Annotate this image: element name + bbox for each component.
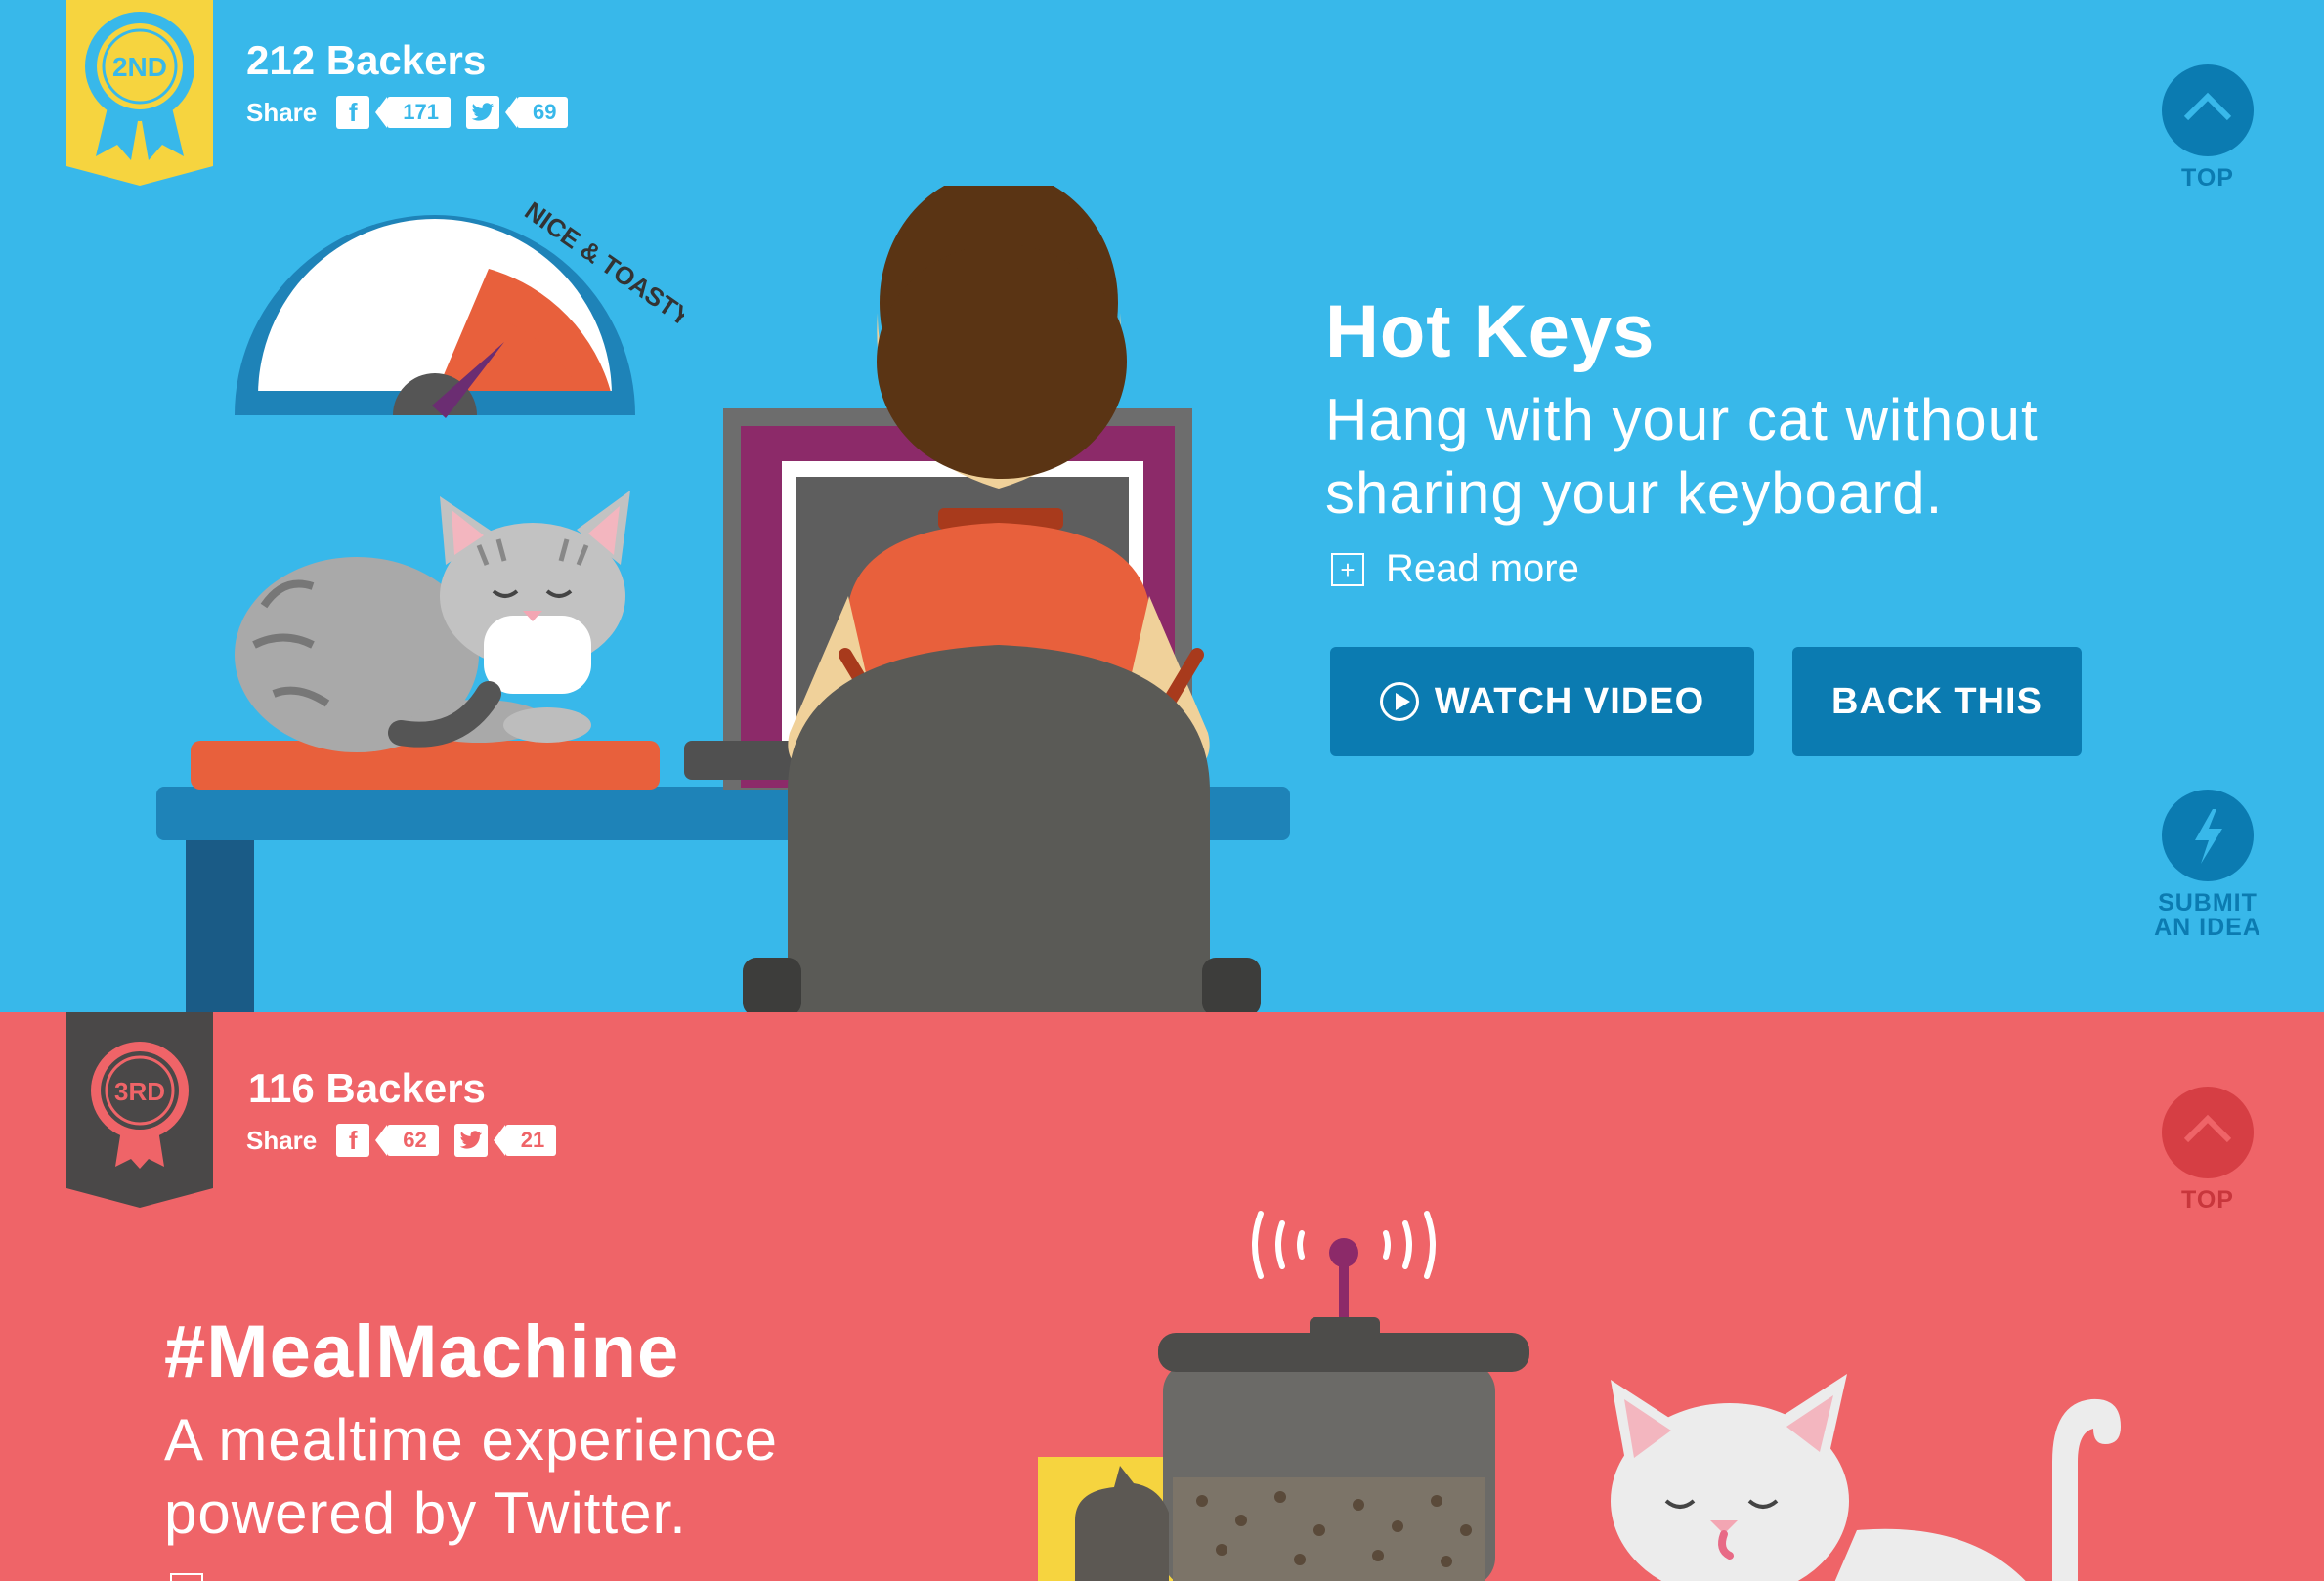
entry-subtitle-line2: powered by Twitter. bbox=[164, 1480, 687, 1546]
watch-video-label: WATCH VIDEO bbox=[1434, 680, 1705, 722]
watch-video-button[interactable]: WATCH VIDEO bbox=[1330, 647, 1754, 756]
submit-idea-button[interactable] bbox=[2162, 790, 2254, 881]
desk-scene-illustration bbox=[156, 186, 1290, 1012]
entry-subtitle-line2: sharing your keyboard. bbox=[1325, 460, 1944, 526]
top-label[interactable]: TOP bbox=[2162, 164, 2254, 192]
backers-count: 116 Backers bbox=[248, 1065, 486, 1111]
twitter-share-count: 21 bbox=[493, 1125, 557, 1156]
share-row: Share f 62 21 bbox=[246, 1124, 562, 1157]
submit-label-line2: AN IDEA bbox=[2154, 914, 2261, 941]
entry-subtitle-line1: Hang with your cat without bbox=[1325, 387, 2039, 452]
share-row: Share f 171 69 bbox=[246, 96, 574, 129]
facebook-share-count: 62 bbox=[375, 1125, 439, 1156]
top-label[interactable]: TOP bbox=[2162, 1186, 2254, 1215]
twitter-share-count: 69 bbox=[504, 97, 569, 128]
chevron-up-icon bbox=[2183, 92, 2232, 121]
facebook-icon[interactable]: f bbox=[336, 1124, 370, 1157]
twitter-icon[interactable] bbox=[453, 1124, 488, 1157]
meal-machine-illustration bbox=[1038, 1211, 2121, 1581]
entry-title: Hot Keys bbox=[1325, 290, 1656, 373]
read-more-link[interactable]: + Read more bbox=[1331, 547, 1579, 591]
rank-ribbon-2nd: 2ND bbox=[66, 0, 213, 186]
rank-text: 3RD bbox=[114, 1077, 165, 1106]
submit-label-line1: SUBMIT bbox=[2158, 889, 2258, 917]
back-this-button[interactable]: BACK THIS bbox=[1792, 647, 2082, 756]
twitter-icon[interactable] bbox=[465, 96, 499, 129]
share-label: Share bbox=[246, 1125, 318, 1155]
entry-hot-keys: 2ND 212 Backers Share f 171 69 TOP NICE … bbox=[0, 0, 2324, 1012]
rank-text: 2ND bbox=[112, 52, 167, 82]
entry-title: #MealMachine bbox=[164, 1310, 680, 1393]
share-label: Share bbox=[246, 97, 318, 127]
facebook-share-count: 171 bbox=[375, 97, 451, 128]
top-button[interactable] bbox=[2162, 64, 2254, 156]
read-more-label: Read more bbox=[1386, 547, 1579, 590]
play-icon bbox=[1379, 682, 1419, 721]
entry-meal-machine: 3RD 116 Backers Share f 62 21 TOP #MealM… bbox=[0, 1012, 2324, 1581]
lightning-icon bbox=[2195, 809, 2222, 864]
back-this-label: BACK THIS bbox=[1831, 680, 2043, 722]
entry-subtitle-line1: A mealtime experience bbox=[164, 1407, 778, 1473]
rank-ribbon-3rd: 3RD bbox=[66, 1012, 213, 1208]
plus-icon: + bbox=[1331, 552, 1364, 586]
top-button[interactable] bbox=[2162, 1087, 2254, 1178]
facebook-icon[interactable]: f bbox=[336, 96, 370, 129]
backers-count: 212 Backers bbox=[246, 37, 487, 83]
chevron-up-icon bbox=[2183, 1114, 2232, 1143]
plus-icon[interactable] bbox=[170, 1573, 203, 1581]
submit-idea-label[interactable]: SUBMIT AN IDEA bbox=[2130, 891, 2285, 940]
